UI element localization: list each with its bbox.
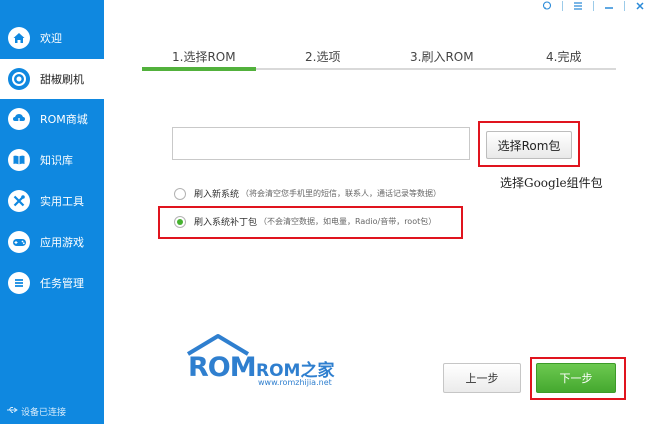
step-select-rom: 1.选择ROM: [172, 50, 236, 64]
sidebar-item-apps-games[interactable]: 应用游戏: [0, 222, 104, 262]
next-step-button[interactable]: 下一步: [536, 363, 616, 393]
sidebar-item-label: ROM商城: [40, 113, 88, 126]
list-icon: [8, 272, 30, 294]
connection-status: 设备已连接: [6, 405, 66, 418]
option-flash-new-system[interactable]: 刷入新系统 （将会清空您手机里的短信，联系人，通话记录等数据）: [174, 187, 441, 200]
option-note: （不会清空数据，如电量，Radio/音带，root包）: [259, 217, 437, 226]
home-icon: [8, 27, 30, 49]
sidebar-item-flash[interactable]: 甜椒刷机: [0, 59, 104, 99]
step-options: 2.选项: [305, 50, 341, 64]
sidebar-item-welcome[interactable]: 欢迎: [0, 18, 104, 58]
tools-icon: [8, 190, 30, 212]
sidebar-item-tasks[interactable]: 任务管理: [0, 263, 104, 303]
window-controls-divider: [562, 1, 563, 11]
sidebar-item-label: 甜椒刷机: [40, 73, 84, 86]
usb-icon: [6, 406, 18, 417]
connection-status-text: 设备已连接: [21, 408, 67, 418]
sidebar: 欢迎 甜椒刷机 ROM商城 知识库 实用工具 应用游戏 任务管理 设备已连接: [0, 0, 104, 424]
sidebar-item-label: 任务管理: [40, 277, 84, 290]
sidebar-item-label: 欢迎: [40, 32, 62, 45]
gamepad-icon: [8, 231, 30, 253]
choose-rom-package-button[interactable]: 选择Rom包: [486, 131, 572, 159]
previous-step-button[interactable]: 上一步: [443, 363, 521, 393]
minimize-icon[interactable]: [604, 1, 614, 11]
option-note: （将会清空您手机里的短信，联系人，通话记录等数据）: [241, 189, 442, 198]
cloud-download-icon: [8, 108, 30, 130]
logo-rom-text: ROM: [188, 352, 257, 383]
sidebar-item-knowledge[interactable]: 知识库: [0, 140, 104, 180]
sidebar-item-label: 应用游戏: [40, 236, 84, 249]
step-finish: 4.完成: [546, 50, 582, 64]
app-window: 欢迎 甜椒刷机 ROM商城 知识库 实用工具 应用游戏 任务管理 设备已连接 1…: [0, 0, 653, 424]
window-controls: [542, 0, 645, 12]
window-controls-divider: [624, 1, 625, 11]
sidebar-item-rom-store[interactable]: ROM商城: [0, 99, 104, 139]
target-icon: [8, 68, 30, 90]
book-icon: [8, 149, 30, 171]
close-icon[interactable]: [635, 1, 645, 11]
step-flash-rom: 3.刷入ROM: [410, 50, 474, 64]
sidebar-item-tools[interactable]: 实用工具: [0, 181, 104, 221]
rom-package-path-input[interactable]: [172, 127, 470, 160]
radio-flash-new-system[interactable]: [174, 187, 186, 200]
option-label: 刷入系统补丁包: [194, 218, 258, 228]
sidebar-item-label: 实用工具: [40, 195, 84, 208]
logo-url-text: www.romzhijia.net: [258, 378, 332, 387]
chat-bubble-icon[interactable]: [542, 1, 552, 11]
option-flash-system-patch[interactable]: 刷入系统补丁包 （不会清空数据，如电量，Radio/音带，root包）: [174, 215, 436, 228]
sidebar-item-label: 知识库: [40, 154, 73, 167]
radio-flash-system-patch[interactable]: [174, 215, 186, 228]
annotation-google-package: 选择Google组件包: [500, 176, 603, 190]
option-label: 刷入新系统: [194, 190, 240, 200]
step-indicator: 1.选择ROM 2.选项 3.刷入ROM 4.完成: [142, 44, 616, 72]
window-controls-divider: [593, 1, 594, 11]
menu-icon[interactable]: [573, 1, 583, 11]
romzhijia-logo: ROM ROM之家 www.romzhijia.net: [186, 332, 356, 392]
step-active-bar: [142, 67, 256, 71]
radio-selected-dot: [177, 218, 183, 225]
